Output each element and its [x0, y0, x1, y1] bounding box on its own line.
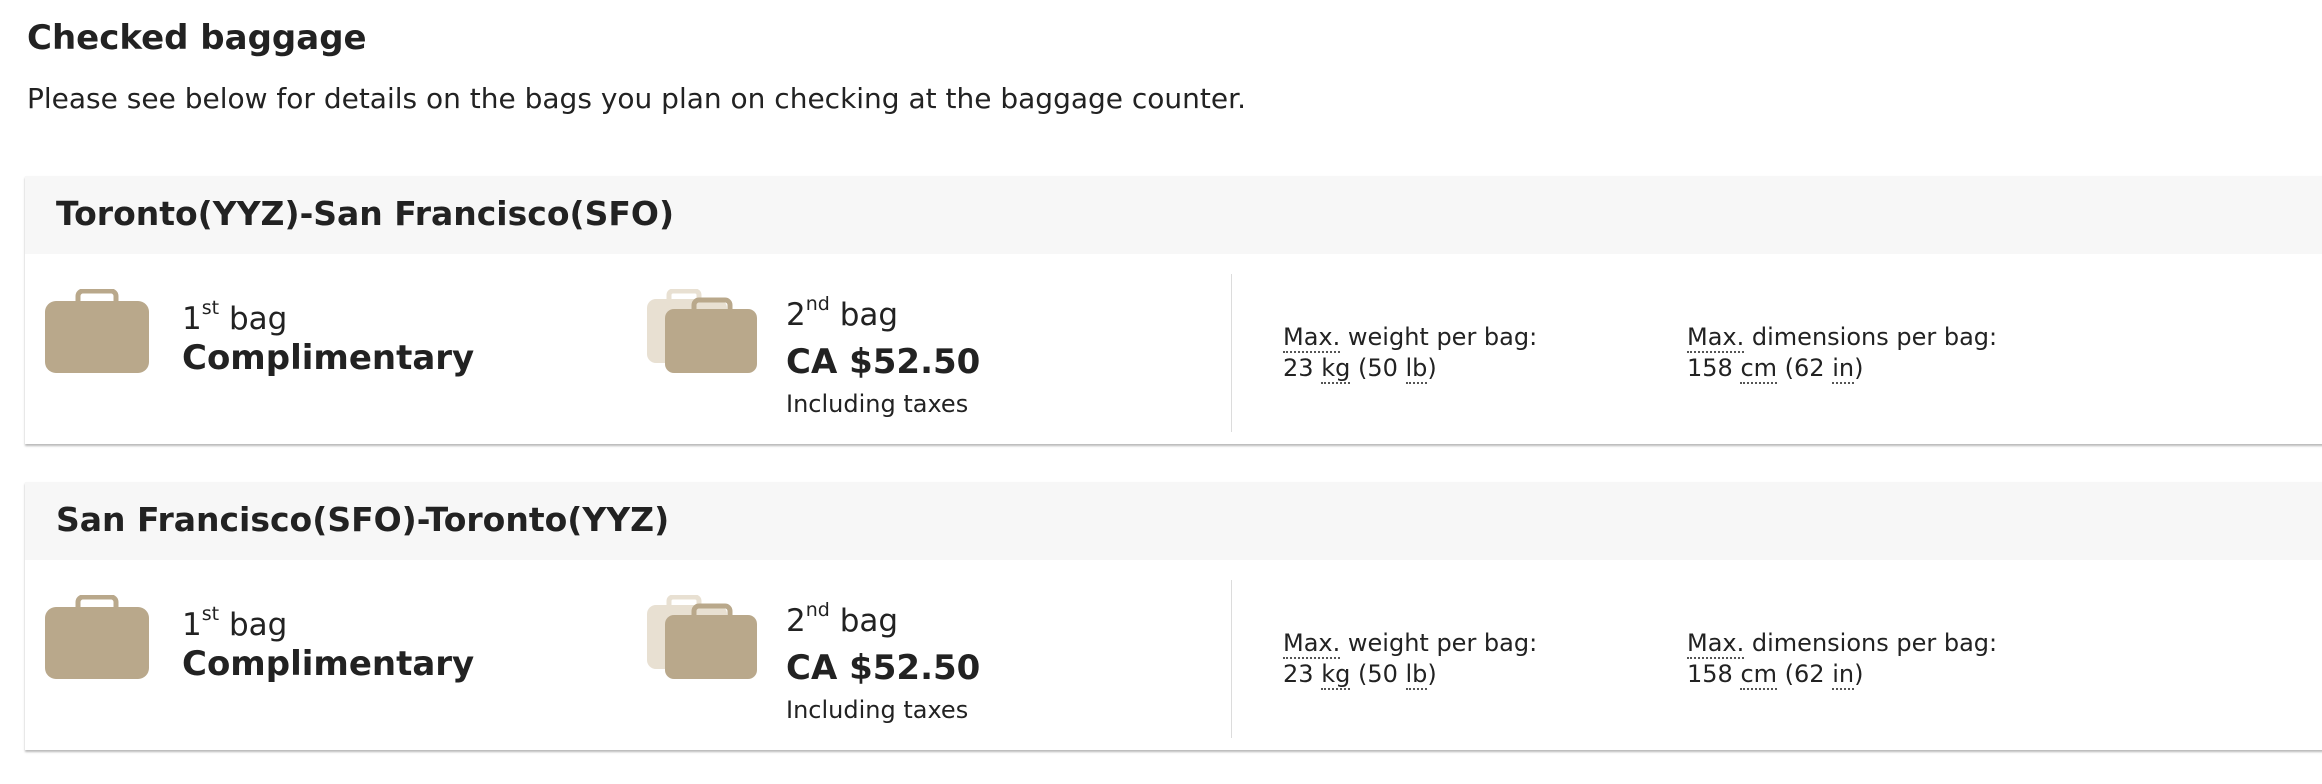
second-bag-label: 2nd bag — [786, 293, 899, 333]
first-bag-label: 1st bag — [182, 297, 288, 337]
segment-header: Toronto(YYZ)-San Francisco(SFO) — [25, 176, 2322, 254]
taxes-note: Including taxes — [786, 696, 969, 724]
segment-header: San Francisco(SFO)-Toronto(YYZ) — [25, 482, 2322, 560]
kg-abbreviation: kg — [1321, 354, 1351, 384]
checked-baggage-page: Checked baggage Please see below for det… — [0, 0, 2322, 784]
page-subtitle: Please see below for details on the bags… — [27, 82, 1246, 115]
first-bag-price: Complimentary — [182, 338, 475, 378]
second-bag-price: CA $52.50 — [786, 342, 981, 382]
max-abbreviation: Max. — [1687, 629, 1745, 659]
cm-abbreviation: cm — [1740, 354, 1778, 384]
flight-segment: San Francisco(SFO)-Toronto(YYZ) 1st bag … — [25, 482, 2322, 750]
divider — [1231, 274, 1232, 432]
in-abbreviation: in — [1832, 660, 1855, 690]
lb-abbreviation: lb — [1405, 660, 1428, 690]
max-weight-info: Max. weight per bag: 23 kg (50 lb) — [1283, 629, 1538, 690]
flight-segment: Toronto(YYZ)-San Francisco(SFO) 1st bag … — [25, 176, 2322, 444]
taxes-note: Including taxes — [786, 390, 969, 418]
segment-route: San Francisco(SFO)-Toronto(YYZ) — [56, 500, 670, 539]
cm-abbreviation: cm — [1740, 660, 1778, 690]
two-suitcases-icon — [647, 289, 757, 373]
max-abbreviation: Max. — [1687, 323, 1745, 353]
suitcase-icon — [45, 289, 149, 373]
segment-body: 1st bag Complimentary 2nd bag CA $52.50 … — [25, 254, 2322, 444]
two-suitcases-icon — [647, 595, 757, 679]
divider — [1231, 580, 1232, 738]
second-bag-price: CA $52.50 — [786, 648, 981, 688]
max-weight-info: Max. weight per bag: 23 kg (50 lb) — [1283, 323, 1538, 384]
in-abbreviation: in — [1832, 354, 1855, 384]
suitcase-icon — [45, 595, 149, 679]
max-dimensions-info: Max. dimensions per bag: 158 cm (62 in) — [1687, 323, 1998, 384]
max-abbreviation: Max. — [1283, 629, 1341, 659]
first-bag-price: Complimentary — [182, 644, 475, 684]
first-bag-label: 1st bag — [182, 603, 288, 643]
max-abbreviation: Max. — [1283, 323, 1341, 353]
segment-body: 1st bag Complimentary 2nd bag CA $52.50 … — [25, 560, 2322, 750]
page-title: Checked baggage — [27, 18, 367, 58]
second-bag-label: 2nd bag — [786, 599, 899, 639]
lb-abbreviation: lb — [1405, 354, 1428, 384]
max-dimensions-info: Max. dimensions per bag: 158 cm (62 in) — [1687, 629, 1998, 690]
segment-route: Toronto(YYZ)-San Francisco(SFO) — [56, 194, 675, 233]
kg-abbreviation: kg — [1321, 660, 1351, 690]
